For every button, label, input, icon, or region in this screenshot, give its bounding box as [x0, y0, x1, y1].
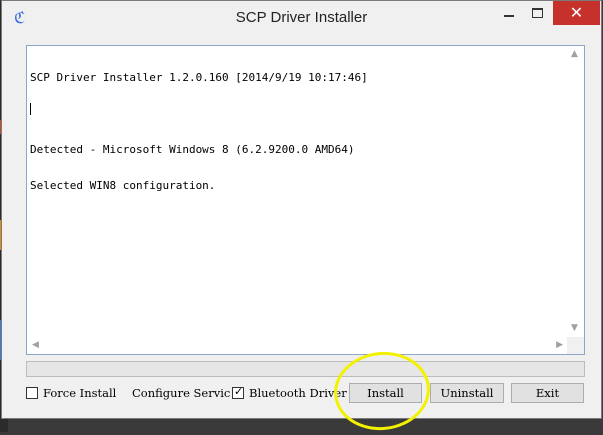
scroll-right-icon[interactable]: ▶: [556, 341, 563, 350]
log-output[interactable]: SCP Driver Installer 1.2.0.160 [2014/9/1…: [26, 45, 585, 355]
scrollbar-corner: [567, 337, 584, 354]
log-text: SCP Driver Installer 1.2.0.160 [2014/9/1…: [30, 48, 368, 216]
bluetooth-driver-checkbox[interactable]: ✓ Bluetooth Driver: [232, 385, 347, 401]
maximize-button[interactable]: [524, 1, 552, 25]
scroll-up-icon[interactable]: ▲: [571, 50, 578, 59]
vertical-scrollbar[interactable]: ▲ ▼: [567, 46, 584, 337]
configure-service-label: Configure Servic: [132, 386, 231, 400]
horizontal-scrollbar[interactable]: ◀ ▶: [27, 337, 568, 354]
checkmark-icon: ✓: [234, 385, 244, 398]
bluetooth-driver-label: Bluetooth Driver: [249, 386, 347, 400]
checkbox-box[interactable]: [26, 387, 38, 399]
exit-button[interactable]: Exit: [511, 383, 584, 403]
title-bar[interactable]: ℭ SCP Driver Installer ✕: [2, 1, 601, 37]
install-progress-bar: [26, 361, 585, 377]
close-button[interactable]: ✕: [553, 1, 600, 25]
configure-service-checkbox[interactable]: Configure Servic: [132, 386, 232, 401]
scroll-down-icon[interactable]: ▼: [571, 324, 578, 333]
force-install-checkbox[interactable]: Force Install: [26, 386, 126, 401]
maximize-icon: [532, 8, 543, 18]
log-line: Detected - Microsoft Windows 8 (6.2.9200…: [30, 143, 355, 156]
minimize-icon: [504, 15, 514, 17]
close-icon: ✕: [569, 3, 584, 22]
log-line: SCP Driver Installer 1.2.0.160 [2014/9/1…: [30, 71, 368, 84]
force-install-label: Force Install: [43, 386, 117, 400]
uninstall-button[interactable]: Uninstall: [430, 383, 504, 403]
scroll-left-icon[interactable]: ◀: [32, 341, 39, 350]
checkbox-box[interactable]: ✓: [232, 385, 244, 399]
log-line: Selected WIN8 configuration.: [30, 179, 216, 192]
installer-window: ℭ SCP Driver Installer ✕ SCP Driver Inst…: [1, 0, 602, 419]
minimize-button[interactable]: [495, 1, 522, 25]
text-caret: [30, 103, 31, 115]
